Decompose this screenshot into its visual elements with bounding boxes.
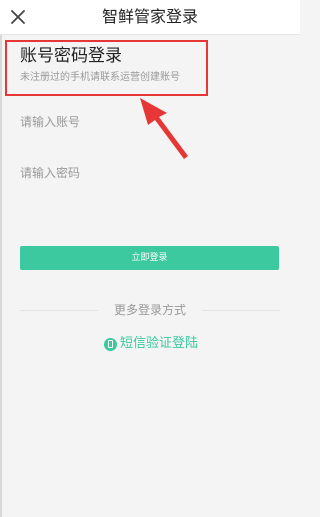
sms-login-link[interactable]: 短信验证登陆 (104, 335, 198, 353)
page-title: 智鲜管家登录 (101, 7, 198, 26)
login-heading: 账号密码登录 (20, 46, 122, 66)
window-edge (0, 0, 2, 517)
divider-right (202, 310, 280, 311)
login-screen: 智鲜管家登录 账号密码登录 未注册过的手机请联系运营创建账号 立即登录 更多登录… (0, 0, 300, 517)
nav-divider (0, 34, 300, 35)
account-input[interactable] (20, 114, 280, 130)
sms-login-label: 短信验证登陆 (120, 336, 199, 351)
login-hint: 未注册过的手机请联系运营创建账号 (20, 72, 180, 83)
nav-bar: 智鲜管家登录 (0, 0, 300, 34)
login-button[interactable]: 立即登录 (20, 246, 279, 270)
password-input[interactable] (20, 165, 280, 181)
phone-icon (104, 337, 117, 351)
